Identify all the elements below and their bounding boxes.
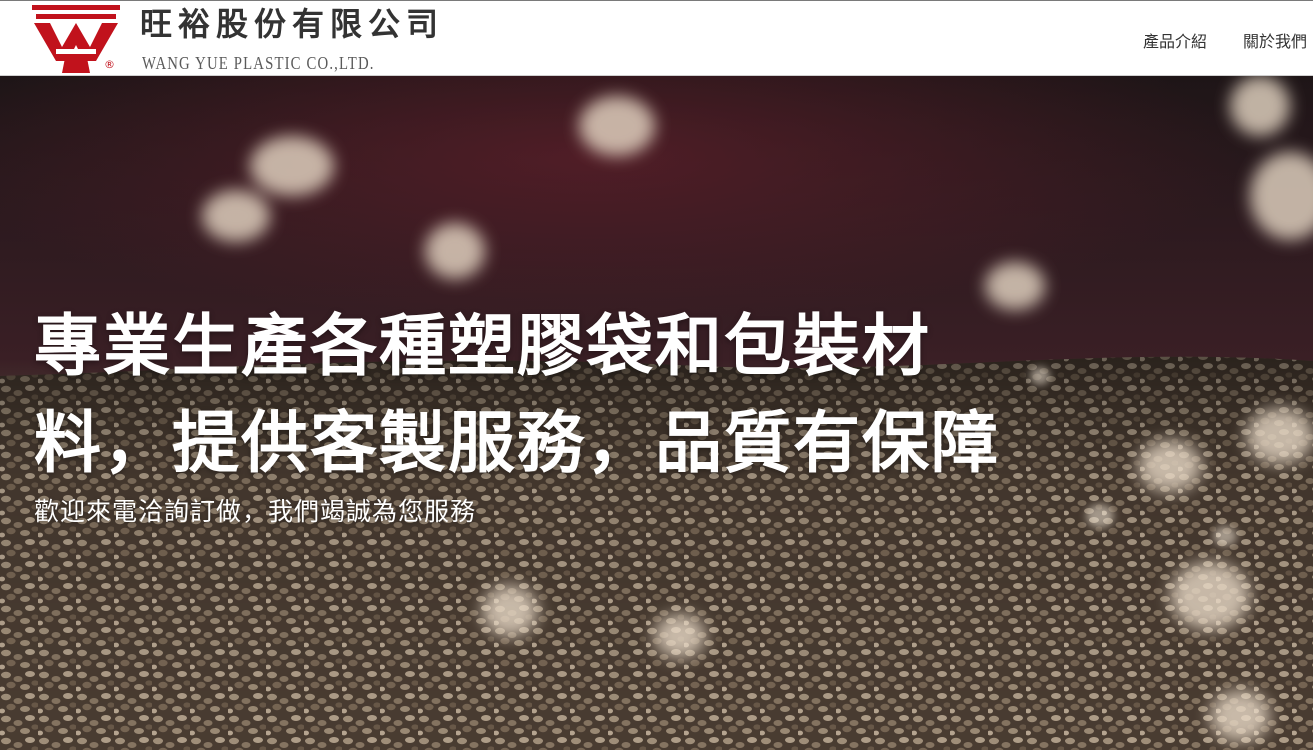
- nav-link-about-us[interactable]: 關於我們: [1243, 28, 1307, 52]
- site-header: ® 旺裕股份有限公司 WANG YUE PLASTIC CO.,LTD. 產品介…: [0, 0, 1313, 76]
- hero-headline-line-1: 專業生產各種塑膠袋和包裝材: [34, 307, 931, 385]
- hero-banner: 專業生產各種塑膠袋和包裝材 料，提供客製服務，品質有保障 歡迎來電洽詢訂做，我們…: [0, 76, 1313, 750]
- company-name-chinese: 旺裕股份有限公司: [140, 5, 445, 43]
- hero-subtitle: 歡迎來電洽詢訂做，我們竭誠為您服務: [34, 497, 477, 526]
- nav-link-products[interactable]: 產品介紹: [1143, 28, 1207, 52]
- company-name-english: WANG YUE PLASTIC CO.,LTD.: [142, 53, 375, 73]
- hero-headline: 專業生產各種塑膠袋和包裝材 料，提供客製服務，品質有保障: [34, 298, 1234, 492]
- main-nav: 產品介紹 關於我們: [1143, 28, 1307, 52]
- hero-headline-line-2: 料，提供客製服務，品質有保障: [34, 404, 1000, 482]
- registered-mark: ®: [104, 58, 115, 71]
